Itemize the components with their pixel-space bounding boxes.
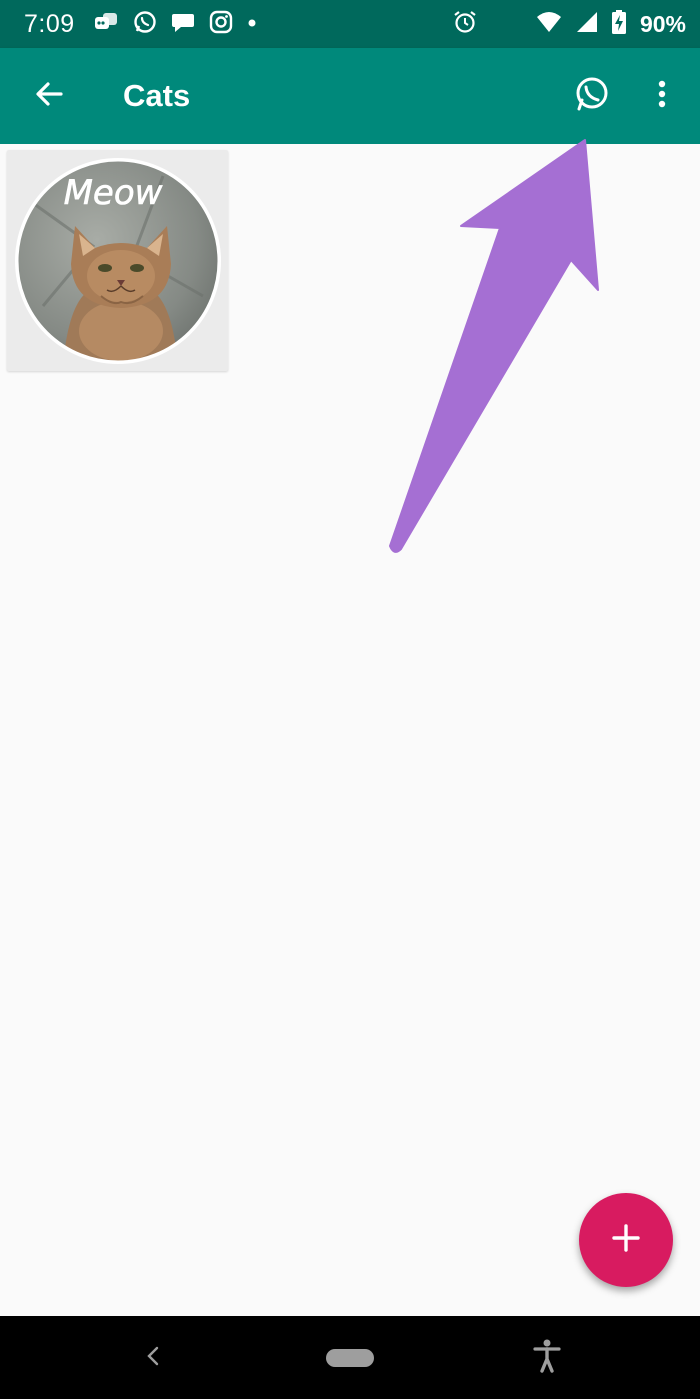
- signal-icon: [576, 11, 598, 38]
- cat-sticker-image: Meow: [14, 157, 221, 364]
- arrow-back-icon: [34, 79, 64, 114]
- more-options-button[interactable]: [642, 71, 682, 121]
- message-bubble-icon: [171, 11, 195, 38]
- alarm-icon: [452, 9, 478, 40]
- status-bar: 7:09 90%: [0, 0, 700, 48]
- accessibility-icon: [533, 1339, 561, 1378]
- app-notification-icon: [93, 11, 119, 38]
- wifi-icon: [536, 11, 562, 38]
- home-pill-icon[interactable]: [326, 1349, 374, 1367]
- sticker-item[interactable]: Meow: [7, 150, 228, 371]
- app-bar: Cats: [0, 48, 700, 144]
- whatsapp-icon: [574, 76, 610, 117]
- nav-back-button[interactable]: [138, 1341, 168, 1375]
- accessibility-button[interactable]: [530, 1339, 564, 1378]
- more-vert-icon: [658, 80, 666, 113]
- sticker-text: Meow: [63, 173, 162, 213]
- whatsapp-icon: [133, 10, 157, 39]
- page-title: Cats: [123, 78, 191, 113]
- plus-icon: [612, 1223, 640, 1257]
- dot-icon: [247, 15, 257, 33]
- sticker-grid: Meow: [0, 144, 700, 1316]
- back-chevron-icon: [146, 1346, 160, 1371]
- notification-icons: [93, 10, 257, 39]
- system-icons: 90%: [452, 9, 686, 40]
- status-time: 7:09: [24, 9, 75, 38]
- instagram-icon: [209, 10, 233, 39]
- back-button[interactable]: [25, 72, 73, 120]
- battery-percentage: 90%: [639, 10, 686, 37]
- battery-charging-icon: [611, 9, 626, 39]
- add-to-whatsapp-button[interactable]: [567, 71, 617, 121]
- navigation-bar: [0, 1316, 700, 1399]
- add-sticker-fab[interactable]: [579, 1193, 673, 1287]
